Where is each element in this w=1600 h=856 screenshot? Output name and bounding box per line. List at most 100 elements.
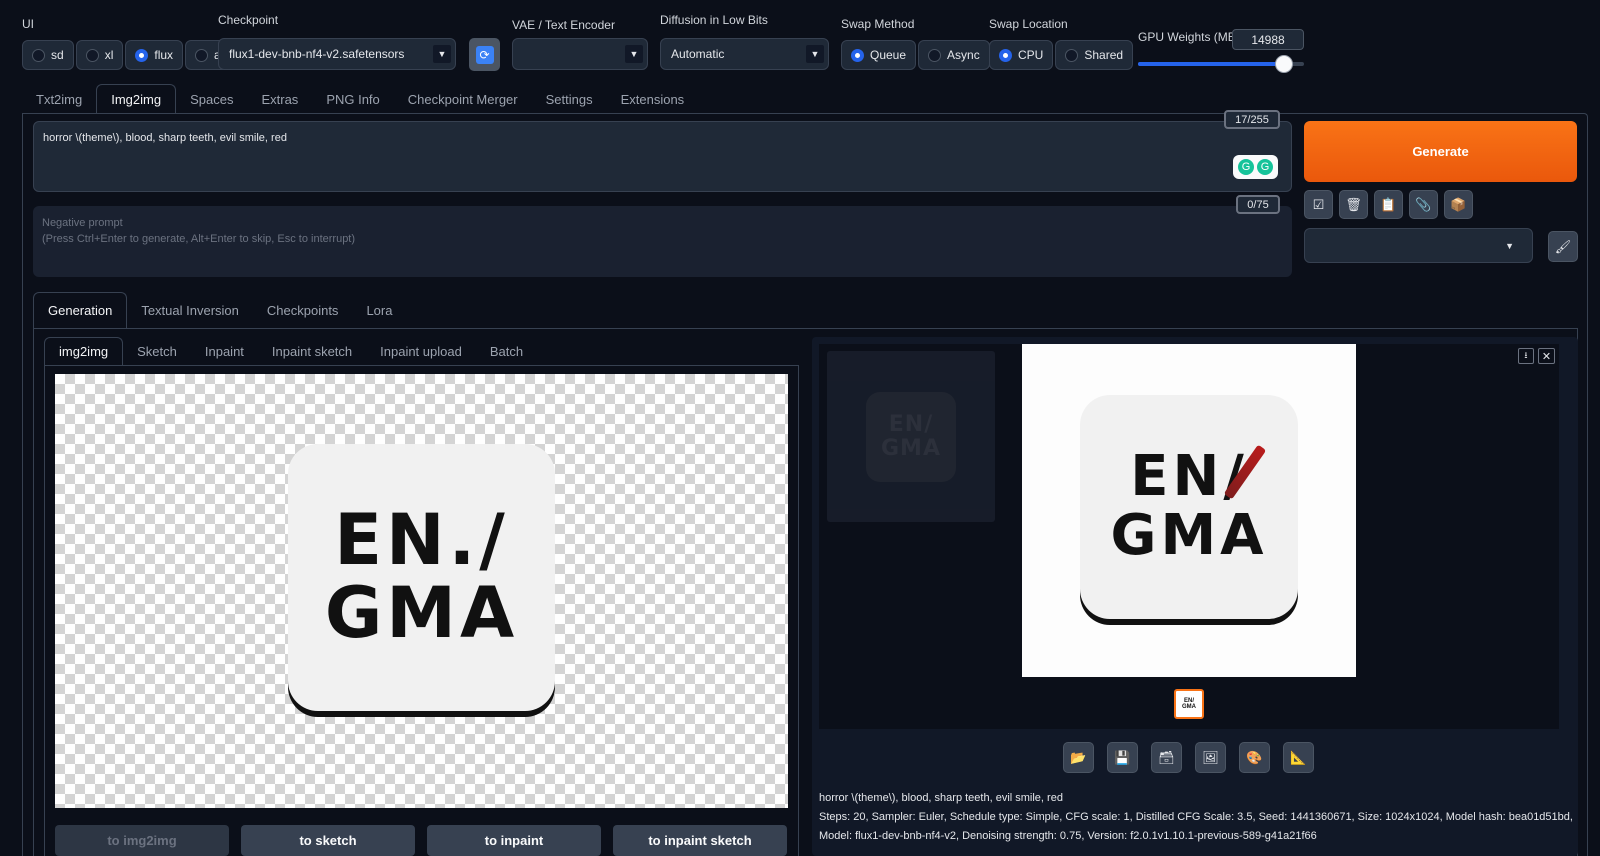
chevron-down-icon: ▼: [1505, 240, 1514, 251]
box-icon[interactable]: 📦: [1444, 190, 1473, 219]
slider-fill: [1138, 62, 1285, 66]
ui-option-xl[interactable]: xl: [75, 40, 124, 70]
checkpoint-select[interactable]: flux1-dev-bnb-nf4-v2.safetensors ▼: [218, 38, 456, 70]
tab-extras[interactable]: Extras: [247, 84, 312, 114]
chevron-down-icon: ▼: [806, 45, 824, 63]
swap-method-queue[interactable]: Queue: [841, 40, 917, 70]
grammarly-icon: G: [1238, 159, 1254, 175]
trash-icon[interactable]: 🗑: [1339, 190, 1368, 219]
to-inpaint-button[interactable]: to inpaint: [427, 825, 601, 856]
to-img2img-button[interactable]: to img2img: [55, 825, 229, 856]
negative-prompt-hint: (Press Ctrl+Enter to generate, Alt+Enter…: [42, 232, 356, 245]
tab-checkpoints[interactable]: Checkpoints: [253, 292, 353, 328]
blurred-logo: EN/ GMA: [866, 391, 956, 482]
gpu-weights-slider[interactable]: [1138, 55, 1304, 73]
save-icon[interactable]: 💾: [1107, 742, 1138, 773]
tab-inpaint-upload[interactable]: Inpaint upload: [366, 337, 476, 365]
output-logo: EN/ GMA: [1080, 394, 1298, 619]
tab-settings[interactable]: Settings: [532, 84, 607, 114]
generation-info: horror \(theme\), blood, sharp teeth, ev…: [819, 789, 1579, 846]
radio-dot: [135, 48, 149, 62]
img-tabs: img2img Sketch Inpaint Inpaint sketch In…: [44, 337, 537, 365]
refresh-icon: ⟳: [475, 45, 494, 64]
input-logo: EN./ GMA: [288, 443, 555, 711]
swap-location-cpu[interactable]: CPU: [989, 40, 1054, 70]
check-icon[interactable]: ☑: [1304, 190, 1333, 219]
tab-txt2img[interactable]: Txt2img: [22, 84, 96, 114]
output-image[interactable]: EN/ GMA: [1022, 344, 1356, 677]
swap-method-label: Swap Method: [841, 17, 915, 31]
tab-sketch[interactable]: Sketch: [123, 337, 191, 365]
checkpoint-label: Checkpoint: [218, 13, 279, 27]
tab-extensions[interactable]: Extensions: [607, 84, 699, 114]
prompt-tools: ☑ 🗑 📋 📎 📦: [1304, 190, 1473, 219]
tab-inpaint-sketch[interactable]: Inpaint sketch: [258, 337, 366, 365]
main-tabs: Txt2img Img2img Spaces Extras PNG Info C…: [22, 84, 698, 114]
gpu-weights-label: GPU Weights (MB): [1138, 30, 1240, 44]
logo-text-line2: GMA: [1110, 502, 1268, 568]
grammarly-widget[interactable]: G G: [1233, 155, 1278, 179]
gallery-thumbnail-blurred[interactable]: EN/ GMA: [827, 351, 995, 522]
negative-prompt-placeholder: Negative prompt: [42, 217, 123, 229]
thumb-text-line2: GMA: [1182, 704, 1196, 710]
archive-icon[interactable]: 🗃: [1151, 742, 1182, 773]
radio-dot: [195, 48, 209, 62]
logo-text-line1: EN/: [888, 412, 934, 438]
ui-label: UI: [22, 17, 34, 31]
radio-dot: [851, 48, 864, 62]
swap-method-async[interactable]: Async: [918, 40, 990, 70]
folder-icon[interactable]: 📂: [1063, 742, 1094, 773]
to-inpaint-sketch-button[interactable]: to inpaint sketch: [613, 825, 787, 856]
swap-location-shared[interactable]: Shared: [1055, 40, 1134, 70]
prompt-token-counter: 17/255: [1224, 110, 1280, 129]
logo-text-line2: GMA: [881, 435, 941, 461]
ui-option-flux[interactable]: flux: [125, 40, 184, 70]
tab-spaces[interactable]: Spaces: [176, 84, 247, 114]
logo-text-line1: EN/: [1130, 443, 1248, 509]
radio-dot: [32, 48, 45, 62]
checkpoint-value: flux1-dev-bnb-nf4-v2.safetensors: [229, 47, 405, 61]
gallery-thumbnail-selected[interactable]: EN/ GMA: [1174, 689, 1204, 719]
prompt-textarea[interactable]: horror \(theme\), blood, sharp teeth, ev…: [33, 121, 1292, 192]
image-icon[interactable]: 🖼: [1195, 742, 1226, 773]
download-icon[interactable]: ⭳: [1518, 348, 1534, 364]
ui-option-sd[interactable]: sd: [22, 40, 74, 70]
tab-lora[interactable]: Lora: [352, 292, 406, 328]
clipboard-icon[interactable]: 📋: [1374, 190, 1403, 219]
paperclip-icon[interactable]: 📎: [1409, 190, 1438, 219]
tab-img2img-input[interactable]: img2img: [44, 337, 124, 365]
vae-select[interactable]: ▼: [512, 38, 648, 70]
info-prompt: horror \(theme\), blood, sharp teeth, ev…: [819, 792, 1063, 804]
styles-select[interactable]: ▼: [1304, 228, 1533, 263]
vae-label: VAE / Text Encoder: [512, 18, 615, 32]
negative-token-counter: 0/75: [1236, 195, 1280, 214]
tab-inpaint[interactable]: Inpaint: [191, 337, 258, 365]
chevron-down-icon: ▼: [433, 45, 451, 63]
generate-button[interactable]: Generate: [1304, 121, 1577, 182]
ruler-icon[interactable]: 📐: [1283, 742, 1314, 773]
refresh-button[interactable]: ⟳: [469, 38, 500, 71]
chevron-down-icon: ▼: [625, 45, 643, 63]
tab-png-info[interactable]: PNG Info: [312, 84, 393, 114]
info-params-2: Model: flux1-dev-bnb-nf4-v2, Denoising s…: [819, 830, 1317, 842]
tab-textual-inversion[interactable]: Textual Inversion: [127, 292, 253, 328]
palette-icon[interactable]: 🎨: [1239, 742, 1270, 773]
diffusion-select[interactable]: Automatic ▼: [660, 38, 829, 70]
input-image-canvas[interactable]: EN./ GMA: [55, 374, 788, 808]
negative-prompt-textarea[interactable]: Negative prompt (Press Ctrl+Enter to gen…: [33, 206, 1292, 277]
send-buttons: to img2img to sketch to inpaint to inpai…: [55, 825, 787, 856]
tab-batch[interactable]: Batch: [476, 337, 537, 365]
diffusion-label: Diffusion in Low Bits: [660, 13, 768, 27]
close-icon[interactable]: ✕: [1538, 348, 1555, 364]
swap-method-group: Queue Async: [841, 40, 990, 70]
brush-icon[interactable]: 🖌: [1548, 231, 1578, 262]
swap-location-label: Swap Location: [989, 17, 1068, 31]
tab-generation[interactable]: Generation: [33, 292, 128, 328]
tab-img2img[interactable]: Img2img: [96, 84, 177, 114]
slider-thumb[interactable]: [1275, 55, 1294, 73]
gpu-weights-input[interactable]: 14988: [1232, 29, 1304, 50]
tab-checkpoint-merger[interactable]: Checkpoint Merger: [394, 84, 532, 114]
to-sketch-button[interactable]: to sketch: [241, 825, 415, 856]
logo-text-line1: EN./: [334, 498, 509, 581]
ui-radio-group: sd xl flux all: [22, 40, 237, 70]
